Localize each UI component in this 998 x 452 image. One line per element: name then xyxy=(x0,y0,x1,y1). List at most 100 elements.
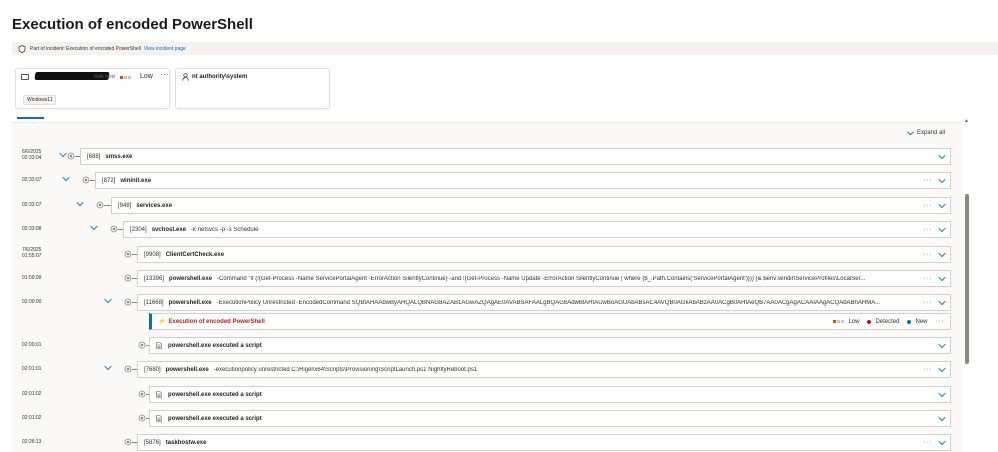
process-card[interactable]: [11668] powershell.exe -ExecutionPolicy Un… xyxy=(137,294,951,311)
process-row: 02:26:13 [5876] taskhostw.exe ··· xyxy=(0,434,998,451)
more-options-button[interactable]: ··· xyxy=(924,202,933,209)
chevron-down-icon[interactable] xyxy=(938,440,946,446)
process-card[interactable]: [2304] svchost.exe -k netsvcs -p -s Schedu… xyxy=(123,221,951,238)
alert-card[interactable]: ⚡ Execution of encoded PowerShell Low Detec… xyxy=(149,313,951,330)
process-id: [9908] xyxy=(144,251,161,258)
device-more-button[interactable]: ··· xyxy=(160,70,170,79)
process-card[interactable]: [5876] taskhostw.exe ··· xyxy=(137,434,951,451)
process-row: 02:00:00 [11668] powershell.exe -ExecutionP… xyxy=(0,294,998,311)
process-node-icon xyxy=(124,250,132,258)
process-card[interactable]: [688] smss.exe xyxy=(80,148,951,165)
process-name: powershell.exe xyxy=(165,366,209,373)
chevron-down-icon[interactable] xyxy=(62,176,70,182)
view-incident-link[interactable]: View incident page xyxy=(144,46,186,52)
timestamp: 02:26:13 xyxy=(22,439,41,445)
chevron-down-icon[interactable] xyxy=(938,252,946,258)
process-row: 7/6/2025 01:55:07 [9908] ClientCertCheck.ex… xyxy=(0,246,998,263)
process-card[interactable]: [872] wininit.exe ··· xyxy=(95,172,951,189)
chevron-down-icon[interactable] xyxy=(76,201,84,207)
row-actions: ··· xyxy=(923,271,950,286)
collapse-toggle[interactable] xyxy=(104,298,112,306)
process-node xyxy=(138,414,146,422)
process-command-line: -ExecutionPolicy Unrestricted -EncodedCo… xyxy=(216,299,881,306)
script-event-label: powershell.exe executed a script xyxy=(168,391,262,398)
scroll-up-arrow[interactable]: ▲ xyxy=(964,118,969,124)
process-id: [688] xyxy=(87,153,101,160)
process-card[interactable]: [9908] ClientCertCheck.exe ··· xyxy=(137,246,951,263)
collapse-toggle[interactable] xyxy=(76,201,84,209)
chevron-down-icon[interactable] xyxy=(938,367,946,373)
process-row: 6/6/2025 02:33:04 [688] smss.exe xyxy=(0,148,998,165)
collapse-toggle[interactable] xyxy=(59,152,67,160)
more-options-button[interactable]: ··· xyxy=(924,226,933,233)
process-node-icon xyxy=(124,438,132,446)
timestamp: 02:01:01 xyxy=(22,366,41,372)
timestamp-line: 01:55:07 xyxy=(22,253,42,259)
severity-bar xyxy=(841,320,845,323)
timestamp-line: 02:00:00 xyxy=(22,299,42,305)
chevron-down-icon[interactable] xyxy=(104,365,112,371)
more-options-button[interactable]: ··· xyxy=(924,251,933,258)
chevron-down-icon[interactable] xyxy=(938,300,946,306)
more-options-button[interactable]: ··· xyxy=(924,439,933,446)
process-card[interactable]: [948] services.exe ··· xyxy=(111,197,951,214)
scrollbar-thumb[interactable] xyxy=(965,194,969,364)
process-node xyxy=(124,250,132,258)
chevron-down-icon[interactable] xyxy=(938,392,946,398)
process-node-icon xyxy=(138,414,146,422)
process-id: [11668] xyxy=(144,299,164,306)
chevron-down-icon[interactable] xyxy=(90,225,98,231)
chevron-down-icon[interactable] xyxy=(938,227,946,233)
process-node-icon xyxy=(82,176,90,184)
chevron-down-icon[interactable] xyxy=(938,154,946,160)
chevron-down-icon xyxy=(907,130,914,135)
chevron-down-icon[interactable] xyxy=(938,416,946,422)
timestamp: 02:33:07 xyxy=(22,202,41,208)
more-options-button[interactable]: ··· xyxy=(924,275,933,282)
timestamp: 02:33:08 xyxy=(22,226,41,232)
process-name: smss.exe xyxy=(105,153,133,160)
process-node-icon xyxy=(124,298,132,306)
alert-more-button[interactable]: ··· xyxy=(936,318,945,325)
process-id: [948] xyxy=(118,202,132,209)
collapse-toggle[interactable] xyxy=(62,176,70,184)
script-event-card[interactable]: powershell.exe executed a script xyxy=(149,410,951,427)
alert-title[interactable]: Execution of encoded PowerShell xyxy=(168,319,264,325)
process-command-line: -Command "if (!(Get-Process -Name Servic… xyxy=(217,275,866,282)
tab-indicator xyxy=(17,117,44,119)
process-name: wininit.exe xyxy=(120,177,152,184)
alert-meta: Low Detected New ··· xyxy=(833,314,944,329)
chevron-down-icon[interactable] xyxy=(938,203,946,209)
chevron-down-icon[interactable] xyxy=(938,178,946,184)
process-card[interactable]: [7680] powershell.exe -executionpolicy unr… xyxy=(137,361,951,378)
chevron-down-icon[interactable] xyxy=(59,152,67,158)
chevron-down-icon[interactable] xyxy=(104,298,112,304)
process-card[interactable]: [13396] powershell.exe -Command "if (!(Get… xyxy=(137,270,951,287)
script-event-card[interactable]: powershell.exe executed a script xyxy=(149,337,951,354)
process-node xyxy=(110,225,118,233)
timestamp: 02:00:00 xyxy=(22,299,41,305)
process-name: powershell.exe xyxy=(168,299,212,306)
expand-all-button[interactable]: Expand all xyxy=(907,130,945,136)
device-card[interactable]: Risk level Low ··· Windows11 xyxy=(15,68,170,109)
timestamp: 7/6/2025 01:55:07 xyxy=(22,247,41,259)
user-card[interactable]: nt authority\system xyxy=(175,68,330,109)
timestamp-line: 02:00:01 xyxy=(22,342,42,348)
process-id: [13396] xyxy=(144,275,165,282)
process-row: 02:33:08 [2304] svchost.exe -k netsvcs -p -… xyxy=(0,221,998,238)
process-node xyxy=(124,438,132,446)
process-name: taskhostw.exe xyxy=(165,439,207,446)
more-options-button[interactable]: ··· xyxy=(924,366,933,373)
collapse-toggle[interactable] xyxy=(104,365,112,373)
chevron-down-icon[interactable] xyxy=(938,276,946,282)
process-id: [5876] xyxy=(144,439,161,446)
process-node-icon xyxy=(110,225,118,233)
more-options-button[interactable]: ··· xyxy=(924,177,933,184)
process-id: [2304] xyxy=(130,226,147,233)
chevron-down-icon[interactable] xyxy=(938,343,946,349)
collapse-toggle[interactable] xyxy=(90,225,98,233)
more-options-button[interactable]: ··· xyxy=(924,299,933,306)
process-command-line: -k netsvcs -p -s Schedule xyxy=(191,226,259,233)
script-event-card[interactable]: powershell.exe executed a script xyxy=(149,386,951,403)
script-event-row: 02:01:02 powershell.exe executed a script xyxy=(0,410,998,427)
